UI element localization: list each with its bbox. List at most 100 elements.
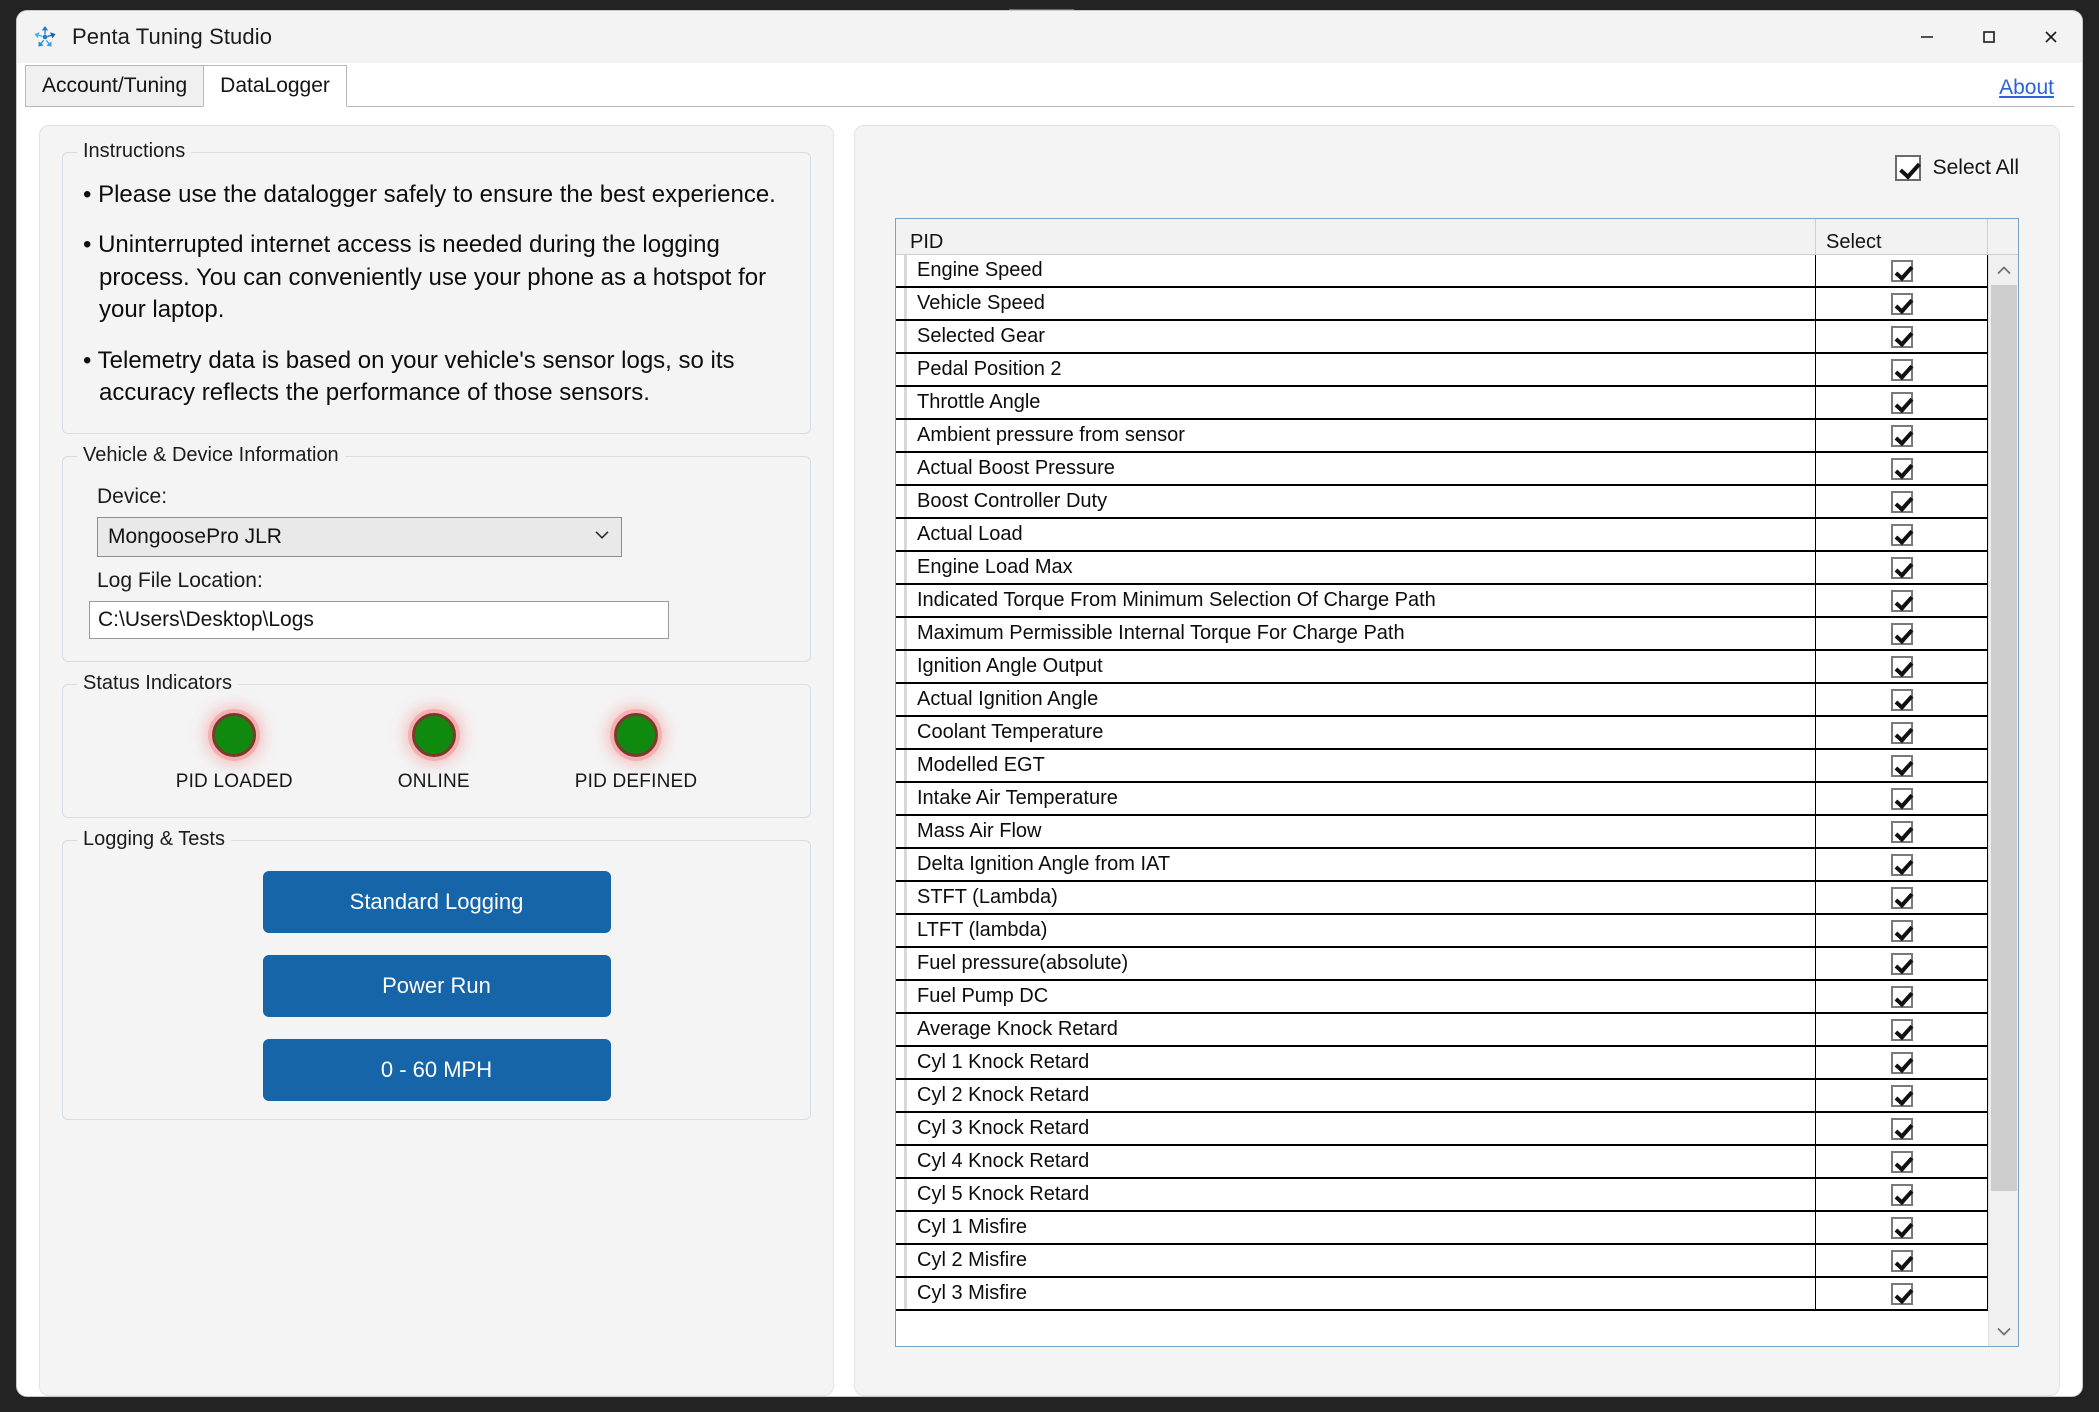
table-row[interactable]: Pedal Position 2 — [896, 354, 1988, 387]
pid-select-cell[interactable] — [1816, 1179, 1988, 1210]
tab-account-tuning[interactable]: Account/Tuning — [25, 65, 205, 107]
pid-select-cell[interactable] — [1816, 387, 1988, 418]
table-row[interactable]: Modelled EGT — [896, 750, 1988, 783]
pid-select-cell[interactable] — [1816, 1212, 1988, 1243]
table-row[interactable]: Throttle Angle — [896, 387, 1988, 420]
scrollbar-thumb[interactable] — [1991, 285, 2017, 1191]
row-checkbox[interactable] — [1890, 787, 1913, 810]
pid-table-scrollbar[interactable] — [1988, 255, 2018, 1346]
row-checkbox[interactable] — [1890, 292, 1913, 315]
scroll-up-icon[interactable] — [1989, 255, 2018, 285]
row-checkbox[interactable] — [1890, 490, 1913, 513]
row-checkbox[interactable] — [1890, 556, 1913, 579]
row-checkbox[interactable] — [1890, 985, 1913, 1008]
table-row[interactable]: Engine Speed — [896, 255, 1988, 288]
about-link[interactable]: About — [1999, 76, 2054, 100]
pid-select-cell[interactable] — [1816, 684, 1988, 715]
pid-select-cell[interactable] — [1816, 420, 1988, 451]
pid-select-cell[interactable] — [1816, 816, 1988, 847]
pid-select-cell[interactable] — [1816, 717, 1988, 748]
row-checkbox[interactable] — [1890, 754, 1913, 777]
tab-datalogger[interactable]: DataLogger — [203, 65, 347, 107]
row-checkbox[interactable] — [1890, 1150, 1913, 1173]
row-checkbox[interactable] — [1890, 1216, 1913, 1239]
pid-select-cell[interactable] — [1816, 618, 1988, 649]
pid-select-cell[interactable] — [1816, 255, 1988, 286]
row-checkbox[interactable] — [1890, 325, 1913, 348]
pid-select-cell[interactable] — [1816, 1080, 1988, 1111]
table-row[interactable]: Fuel Pump DC — [896, 981, 1988, 1014]
table-row[interactable]: Cyl 1 Misfire — [896, 1212, 1988, 1245]
row-checkbox[interactable] — [1890, 1183, 1913, 1206]
table-row[interactable]: Selected Gear — [896, 321, 1988, 354]
pid-select-cell[interactable] — [1816, 849, 1988, 880]
table-row[interactable]: Actual Ignition Angle — [896, 684, 1988, 717]
maximize-button[interactable] — [1958, 11, 2020, 63]
minimize-button[interactable] — [1896, 11, 1958, 63]
select-all-checkbox[interactable] — [1894, 155, 1921, 181]
table-row[interactable]: Actual Load — [896, 519, 1988, 552]
pid-select-cell[interactable] — [1816, 1113, 1988, 1144]
pid-select-cell[interactable] — [1816, 750, 1988, 781]
pid-select-cell[interactable] — [1816, 1278, 1988, 1309]
table-row[interactable]: STFT (Lambda) — [896, 882, 1988, 915]
row-checkbox[interactable] — [1890, 919, 1913, 942]
standard-logging-button[interactable]: Standard Logging — [262, 871, 611, 934]
row-checkbox[interactable] — [1890, 1084, 1913, 1107]
pid-select-cell[interactable] — [1816, 1146, 1988, 1177]
table-row[interactable]: LTFT (lambda) — [896, 915, 1988, 948]
pid-select-cell[interactable] — [1816, 552, 1988, 583]
table-row[interactable]: Ambient pressure from sensor — [896, 420, 1988, 453]
table-row[interactable]: Actual Boost Pressure — [896, 453, 1988, 486]
table-row[interactable]: Mass Air Flow — [896, 816, 1988, 849]
table-row[interactable]: Cyl 4 Knock Retard — [896, 1146, 1988, 1179]
pid-select-cell[interactable] — [1816, 354, 1988, 385]
table-row[interactable]: Maximum Permissible Internal Torque For … — [896, 618, 1988, 651]
row-checkbox[interactable] — [1890, 1282, 1913, 1305]
row-checkbox[interactable] — [1890, 952, 1913, 975]
row-checkbox[interactable] — [1890, 622, 1913, 645]
table-row[interactable]: Cyl 2 Knock Retard — [896, 1080, 1988, 1113]
row-checkbox[interactable] — [1890, 424, 1913, 447]
pid-select-cell[interactable] — [1816, 651, 1988, 682]
pid-select-cell[interactable] — [1816, 1245, 1988, 1276]
row-checkbox[interactable] — [1890, 259, 1913, 282]
row-checkbox[interactable] — [1890, 523, 1913, 546]
row-checkbox[interactable] — [1890, 1249, 1913, 1272]
table-row[interactable]: Cyl 3 Knock Retard — [896, 1113, 1988, 1146]
table-row[interactable]: Delta Ignition Angle from IAT — [896, 849, 1988, 882]
row-checkbox[interactable] — [1890, 589, 1913, 612]
close-button[interactable] — [2020, 11, 2082, 63]
power-run-button[interactable]: Power Run — [262, 955, 611, 1018]
table-row[interactable]: Cyl 2 Misfire — [896, 1245, 1988, 1278]
row-checkbox[interactable] — [1890, 886, 1913, 909]
pid-select-cell[interactable] — [1816, 453, 1988, 484]
pid-select-cell[interactable] — [1816, 486, 1988, 517]
pid-select-cell[interactable] — [1816, 288, 1988, 319]
table-row[interactable]: Ignition Angle Output — [896, 651, 1988, 684]
pid-select-cell[interactable] — [1816, 882, 1988, 913]
device-select[interactable]: MongoosePro JLR — [97, 517, 622, 558]
zero-to-sixty-button[interactable]: 0 - 60 MPH — [262, 1039, 611, 1102]
table-row[interactable]: Cyl 1 Knock Retard — [896, 1047, 1988, 1080]
row-checkbox[interactable] — [1890, 457, 1913, 480]
table-row[interactable]: Boost Controller Duty — [896, 486, 1988, 519]
pid-select-cell[interactable] — [1816, 783, 1988, 814]
table-row[interactable]: Vehicle Speed — [896, 288, 1988, 321]
table-row[interactable]: Average Knock Retard — [896, 1014, 1988, 1047]
row-checkbox[interactable] — [1890, 721, 1913, 744]
table-row[interactable]: Cyl 3 Misfire — [896, 1278, 1988, 1311]
row-checkbox[interactable] — [1890, 853, 1913, 876]
row-checkbox[interactable] — [1890, 391, 1913, 414]
log-file-location-input[interactable]: C:\Users\Desktop\Logs — [89, 601, 669, 640]
pid-select-cell[interactable] — [1816, 1014, 1988, 1045]
pid-select-cell[interactable] — [1816, 981, 1988, 1012]
table-row[interactable]: Fuel pressure(absolute) — [896, 948, 1988, 981]
row-checkbox[interactable] — [1890, 1051, 1913, 1074]
row-checkbox[interactable] — [1890, 820, 1913, 843]
table-row[interactable]: Intake Air Temperature — [896, 783, 1988, 816]
table-row[interactable]: Engine Load Max — [896, 552, 1988, 585]
pid-select-cell[interactable] — [1816, 519, 1988, 550]
row-checkbox[interactable] — [1890, 688, 1913, 711]
pid-select-cell[interactable] — [1816, 321, 1988, 352]
